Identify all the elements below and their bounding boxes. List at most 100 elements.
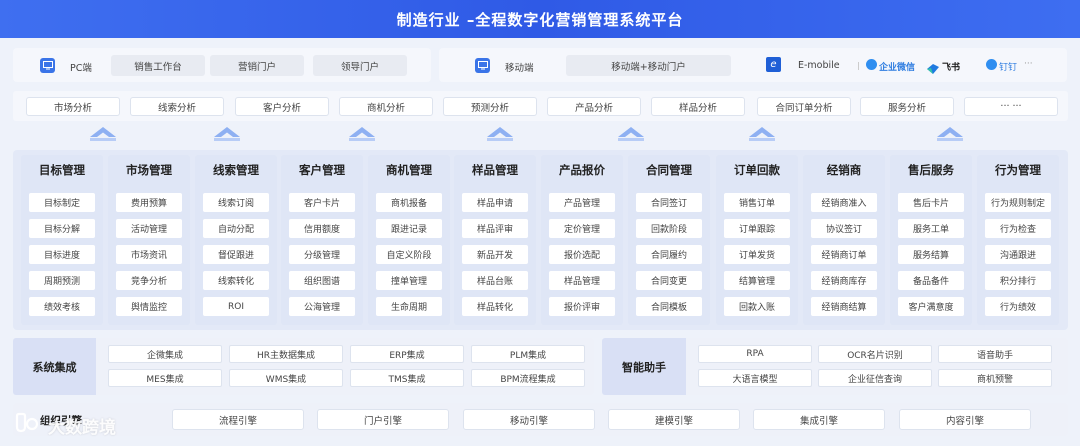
module-item[interactable]: 分级管理 xyxy=(289,245,355,264)
engine-item[interactable]: 流程引擎 xyxy=(172,409,304,430)
integration-item[interactable]: ERP集成 xyxy=(350,345,464,363)
module-item[interactable]: 市场资讯 xyxy=(116,245,182,264)
module-item[interactable]: 行为绩效 xyxy=(985,297,1051,316)
module-item[interactable]: 合同变更 xyxy=(636,271,702,290)
module-item[interactable]: 回款入账 xyxy=(724,297,790,316)
module-item[interactable]: 活动管理 xyxy=(116,219,182,238)
module-item[interactable]: 周期预测 xyxy=(29,271,95,290)
pc-chip-marketing[interactable]: 营销门户 xyxy=(210,55,304,76)
module-item[interactable]: 绩效考核 xyxy=(29,297,95,316)
assistant-item[interactable]: 大语言模型 xyxy=(698,369,812,387)
analysis-tab[interactable]: 样品分析 xyxy=(651,97,745,116)
module-item[interactable]: 舆情监控 xyxy=(116,297,182,316)
mobile-chip[interactable]: 移动端+移动门户 xyxy=(566,55,731,76)
integration-item[interactable]: HR主数据集成 xyxy=(229,345,343,363)
analysis-tab[interactable]: 合同订单分析 xyxy=(757,97,851,116)
module-item[interactable]: 样品管理 xyxy=(549,271,615,290)
module-item[interactable]: 自定义阶段 xyxy=(376,245,442,264)
integration-item[interactable]: MES集成 xyxy=(108,369,222,387)
module-item[interactable]: ROI xyxy=(203,297,269,316)
module-item[interactable]: 协议签订 xyxy=(811,219,877,238)
integration-item[interactable]: WMS集成 xyxy=(229,369,343,387)
module-item[interactable]: 竞争分析 xyxy=(116,271,182,290)
module-item[interactable]: 报价评审 xyxy=(549,297,615,316)
module-title: 经销商 xyxy=(826,163,862,177)
engine-item[interactable]: 内容引擎 xyxy=(899,409,1031,430)
integration-item[interactable]: BPM流程集成 xyxy=(471,369,585,387)
module-item[interactable]: 回款阶段 xyxy=(636,219,702,238)
pc-chip-leader[interactable]: 领导门户 xyxy=(313,55,407,76)
module-item[interactable]: 产品管理 xyxy=(549,193,615,212)
module-item[interactable]: 经销商准入 xyxy=(811,193,877,212)
module-item[interactable]: 合同模板 xyxy=(636,297,702,316)
module-item[interactable]: 订单跟踪 xyxy=(724,219,790,238)
module-item[interactable]: 客户满意度 xyxy=(898,297,964,316)
module-item[interactable]: 样品台账 xyxy=(462,271,528,290)
module-item[interactable]: 新品开发 xyxy=(462,245,528,264)
module-item[interactable]: 定价管理 xyxy=(549,219,615,238)
assistant-item[interactable]: 商机预警 xyxy=(938,369,1052,387)
module-item[interactable]: 组织图谱 xyxy=(289,271,355,290)
module-item[interactable]: 信用额度 xyxy=(289,219,355,238)
dingtalk-icon xyxy=(986,59,997,70)
analysis-tab[interactable]: 服务分析 xyxy=(860,97,954,116)
module-item[interactable]: 客户卡片 xyxy=(289,193,355,212)
module-item[interactable]: 生命周期 xyxy=(376,297,442,316)
module-item[interactable]: 报价选配 xyxy=(549,245,615,264)
module-item[interactable]: 合同签订 xyxy=(636,193,702,212)
engine-item[interactable]: 移动引擎 xyxy=(463,409,595,430)
assistant-item[interactable]: OCR名片识别 xyxy=(818,345,932,363)
analysis-tab[interactable]: 客户分析 xyxy=(235,97,329,116)
engine-item[interactable]: 门户引擎 xyxy=(317,409,449,430)
module-item[interactable]: 经销商订单 xyxy=(811,245,877,264)
module-item[interactable]: 售后卡片 xyxy=(898,193,964,212)
module-item[interactable]: 自动分配 xyxy=(203,219,269,238)
analysis-tab[interactable]: 市场分析 xyxy=(26,97,120,116)
watermark-text: 大数跨境 xyxy=(48,418,116,438)
integration-item[interactable]: 企微集成 xyxy=(108,345,222,363)
integration-item[interactable]: TMS集成 xyxy=(350,369,464,387)
module-item[interactable]: 目标进度 xyxy=(29,245,95,264)
module-title: 行为管理 xyxy=(995,163,1041,177)
mobile-monitor-icon xyxy=(475,58,490,73)
assistant-item[interactable]: 企业征信查询 xyxy=(818,369,932,387)
module-item[interactable]: 服务工单 xyxy=(898,219,964,238)
analysis-tab[interactable]: ··· ··· xyxy=(964,97,1058,116)
module-item[interactable]: 行为规则制定 xyxy=(985,193,1051,212)
module-item[interactable]: 样品转化 xyxy=(462,297,528,316)
module-item[interactable]: 目标分解 xyxy=(29,219,95,238)
integration-item[interactable]: PLM集成 xyxy=(471,345,585,363)
module-item[interactable]: 样品评审 xyxy=(462,219,528,238)
module-item[interactable]: 服务结算 xyxy=(898,245,964,264)
module-item[interactable]: 经销商库存 xyxy=(811,271,877,290)
module-item[interactable]: 沟通跟进 xyxy=(985,245,1051,264)
module-item[interactable]: 目标制定 xyxy=(29,193,95,212)
module-item[interactable]: 备品备件 xyxy=(898,271,964,290)
module-item[interactable]: 样品申请 xyxy=(462,193,528,212)
analysis-tab[interactable]: 商机分析 xyxy=(339,97,433,116)
module-item[interactable]: 行为检查 xyxy=(985,219,1051,238)
module-item[interactable]: 经销商结算 xyxy=(811,297,877,316)
analysis-tab[interactable]: 产品分析 xyxy=(547,97,641,116)
module-item[interactable]: 线索转化 xyxy=(203,271,269,290)
analysis-tab[interactable]: 预测分析 xyxy=(443,97,537,116)
module-item[interactable]: 结算管理 xyxy=(724,271,790,290)
module-item[interactable]: 撞单管理 xyxy=(376,271,442,290)
module-item[interactable]: 销售订单 xyxy=(724,193,790,212)
assistant-item[interactable]: RPA xyxy=(698,345,812,363)
engine-item[interactable]: 建模引擎 xyxy=(608,409,740,430)
module-item[interactable]: 费用预算 xyxy=(116,193,182,212)
module-item[interactable]: 合同履约 xyxy=(636,245,702,264)
pc-chip-sales[interactable]: 销售工作台 xyxy=(111,55,205,76)
module-item[interactable]: 公海管理 xyxy=(289,297,355,316)
module-item[interactable]: 商机报备 xyxy=(376,193,442,212)
assistant-item[interactable]: 语音助手 xyxy=(938,345,1052,363)
module-item[interactable]: 积分排行 xyxy=(985,271,1051,290)
module-item[interactable]: 订单发货 xyxy=(724,245,790,264)
analysis-tab[interactable]: 线索分析 xyxy=(130,97,224,116)
module-item[interactable]: 督促跟进 xyxy=(203,245,269,264)
engine-item[interactable]: 集成引擎 xyxy=(753,409,885,430)
up-arrow-icon xyxy=(749,126,775,141)
module-item[interactable]: 跟进记录 xyxy=(376,219,442,238)
module-item[interactable]: 线索订阅 xyxy=(203,193,269,212)
